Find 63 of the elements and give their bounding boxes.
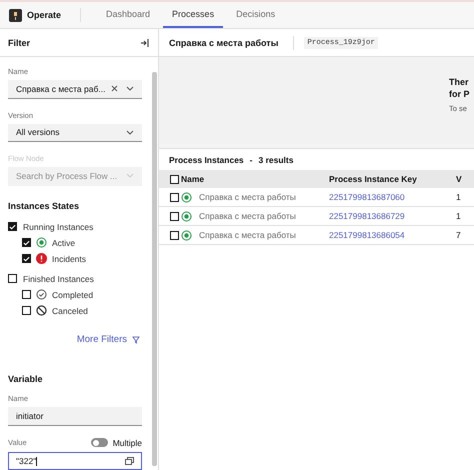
checkbox[interactable] — [8, 274, 17, 284]
column-header[interactable]: Name — [181, 170, 329, 188]
checkbox[interactable] — [22, 306, 31, 316]
variable-name-field[interactable]: initiator — [8, 407, 142, 426]
table-cell: 1 — [456, 192, 461, 202]
instance-key-link[interactable]: 2251799813687060 — [329, 192, 405, 202]
checkbox-label: Incidents — [52, 254, 86, 264]
active-status-icon — [36, 237, 47, 248]
row-checkbox[interactable] — [170, 192, 179, 202]
column-header[interactable]: V — [456, 170, 474, 188]
dropdown-field[interactable]: All versions — [8, 124, 142, 142]
separator-dash: - — [250, 154, 252, 164]
scrollbar[interactable] — [152, 72, 157, 466]
select-all-checkbox[interactable] — [170, 174, 179, 184]
checkbox-label: Finished Instances — [23, 274, 94, 284]
more-filters-button[interactable]: More Filters — [76, 332, 140, 347]
active-status-icon — [181, 230, 192, 240]
checkbox-label: Active — [52, 238, 76, 248]
message-heading: for P — [449, 88, 470, 100]
active-status-icon — [181, 192, 192, 202]
table-cell: 1 — [456, 211, 461, 221]
expand-editor-icon[interactable] — [125, 456, 134, 465]
table-cell: 7 — [456, 230, 461, 240]
instance-key-link[interactable]: 2251799813686729 — [329, 211, 405, 221]
row-checkbox[interactable] — [170, 230, 179, 240]
checkbox-label: Completed — [52, 290, 94, 300]
process-title: Справка с места работы — [169, 38, 278, 48]
section-title: Instances States — [8, 200, 80, 210]
table-cell: Справка с места работы — [199, 230, 296, 240]
incident-icon — [36, 253, 47, 264]
checkbox-label: Running Instances — [23, 222, 94, 232]
table-cell: Справка с места работы — [199, 211, 296, 221]
checkbox[interactable] — [8, 222, 17, 232]
check-circle-icon — [36, 289, 47, 300]
instance-key-link[interactable]: 2251799813686054 — [329, 230, 405, 240]
filter-icon — [132, 336, 140, 344]
app-name: Operate — [27, 10, 62, 20]
nav-tab[interactable]: Dashboard — [97, 2, 160, 28]
row-checkbox[interactable] — [170, 212, 179, 220]
result-count: 3 results — [258, 154, 294, 164]
collapse-panel-icon[interactable] — [140, 38, 150, 48]
dropdown-field[interactable]: Справка с места раб... — [8, 80, 142, 98]
canceled-icon — [36, 305, 47, 316]
toggle-switch[interactable] — [90, 438, 108, 447]
filter-title: Filter — [8, 38, 30, 48]
checkbox[interactable] — [22, 290, 31, 300]
clear-icon[interactable] — [111, 85, 118, 92]
variable-value-field[interactable]: "322" — [8, 452, 142, 470]
panel-title: Process Instances — [169, 154, 244, 164]
checkbox[interactable] — [22, 238, 31, 248]
column-header[interactable]: Process Instance Key — [329, 170, 456, 188]
message-heading: Ther — [449, 76, 470, 88]
checkbox[interactable] — [22, 254, 31, 264]
toggle-label: Multiple — [112, 438, 142, 448]
logo-icon — [9, 8, 22, 22]
chevron-down-icon — [126, 173, 134, 178]
section-title: Variable — [8, 374, 44, 384]
table-cell: Справка с места работы — [199, 192, 296, 202]
chevron-down-icon — [126, 130, 134, 135]
checkbox-label: Canceled — [52, 306, 88, 316]
nav-tab[interactable]: Decisions — [227, 2, 284, 28]
active-status-icon — [181, 210, 192, 222]
chevron-down-icon — [126, 86, 134, 92]
